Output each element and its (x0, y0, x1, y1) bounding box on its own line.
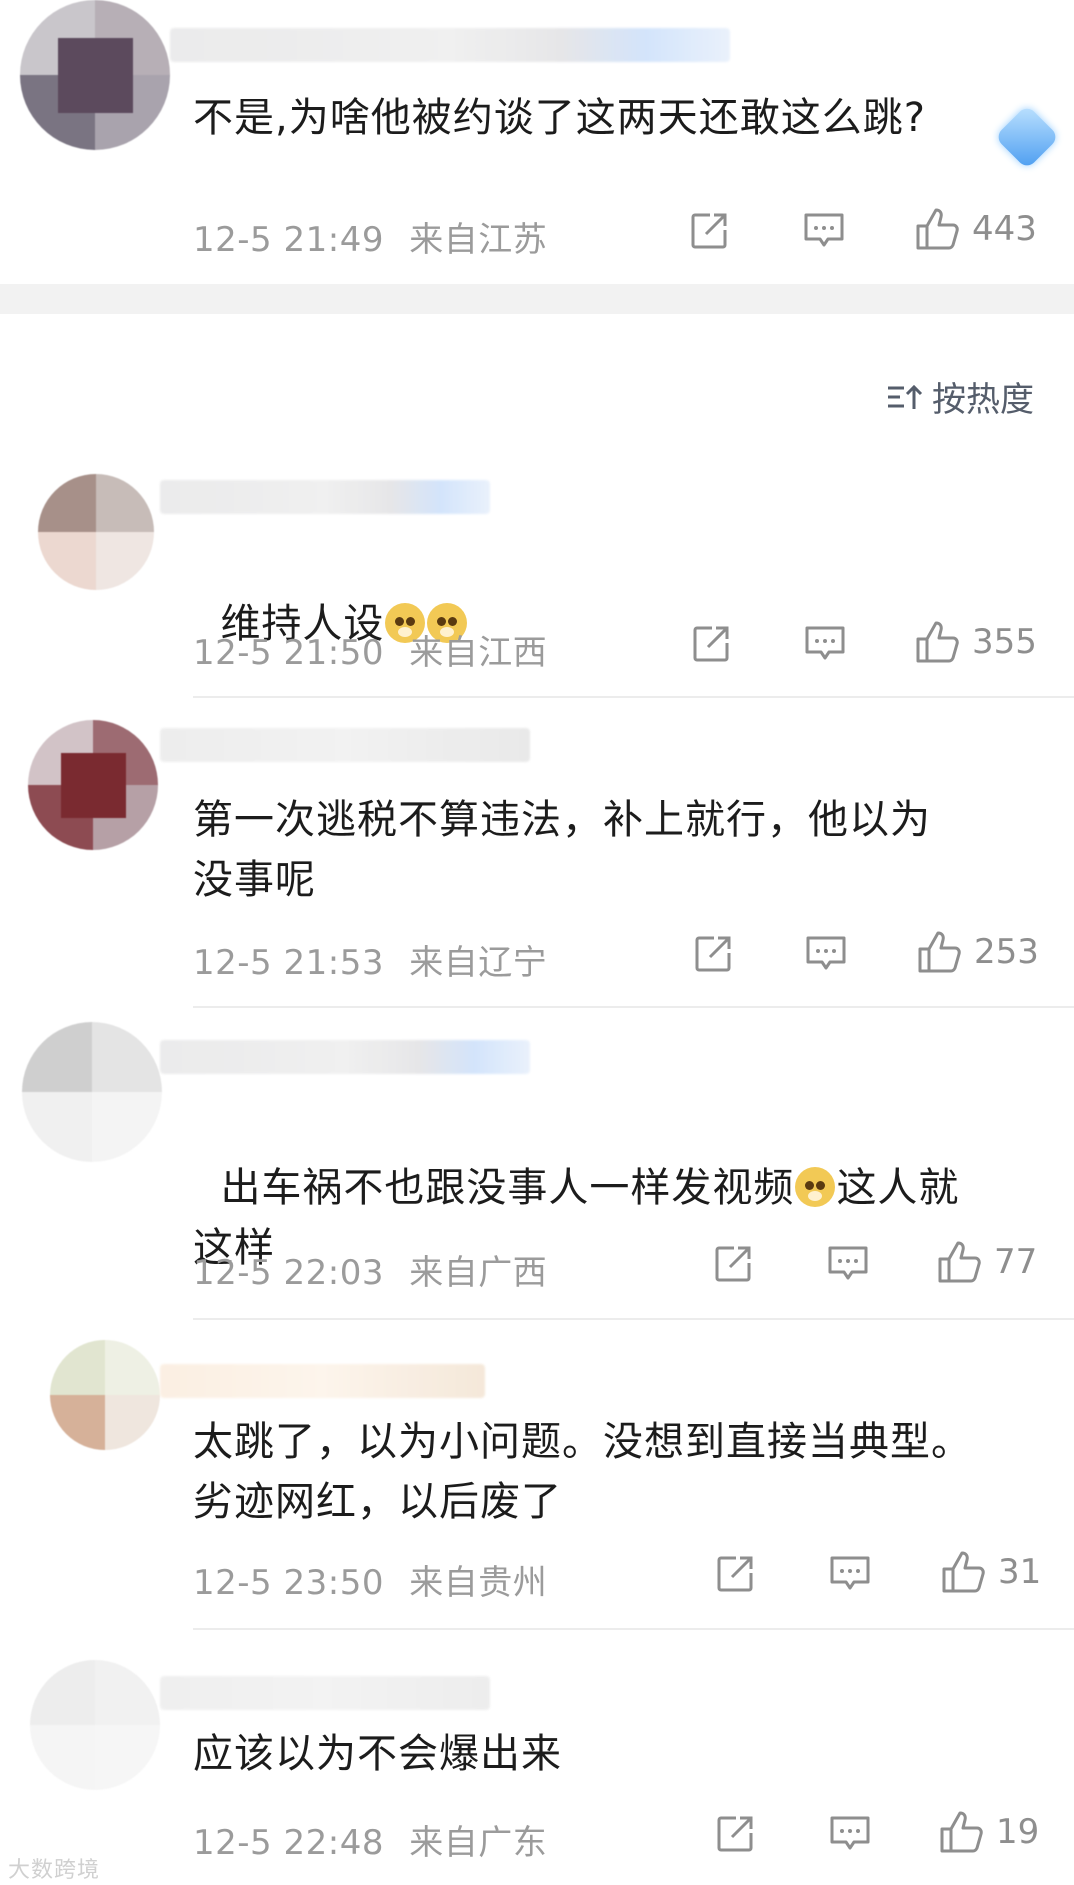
avatar[interactable] (38, 474, 154, 590)
like-count: 19 (996, 1812, 1040, 1852)
avatar[interactable] (20, 0, 170, 150)
comment-meta: 12-5 23:50 来自贵州 (193, 1555, 547, 1604)
share-icon (691, 213, 727, 249)
share-button[interactable] (714, 1553, 756, 1595)
thumbs-up-icon (940, 1811, 983, 1853)
comment-separator (193, 1628, 1074, 1630)
comment-text: 第一次逃税不算违法，补上就行，他以为 没事呢 (193, 797, 931, 903)
comment-separator (193, 696, 1074, 698)
like-button[interactable]: 77 (936, 1239, 1037, 1285)
like-count: 443 (972, 209, 1037, 249)
like-button[interactable]: 355 (914, 619, 1037, 665)
thumbs-up-icon (916, 621, 959, 663)
like-count: 77 (994, 1242, 1038, 1282)
comment-icon (828, 1246, 868, 1280)
like-count: 355 (972, 622, 1037, 662)
comment-location: 来自江西 (409, 633, 548, 673)
avatar[interactable] (30, 1660, 160, 1790)
comment-time: 12-5 21:49 (193, 220, 384, 260)
comment-text: 太跳了，以为小问题。没想到直接当典型。 劣迹网红，以后废了 (193, 1419, 972, 1525)
comment-location: 来自江苏 (409, 220, 548, 260)
comment-location: 来自辽宁 (409, 943, 548, 983)
avatar[interactable] (22, 1022, 162, 1162)
share-button[interactable] (690, 623, 732, 665)
comment-meta: 12-5 21:50 来自江西 (193, 625, 547, 674)
share-icon (717, 1556, 753, 1592)
share-button[interactable] (692, 933, 734, 975)
comment-text-content: 出车祸不也跟没事人一样发视频 (220, 1165, 795, 1211)
reply-button[interactable] (803, 623, 847, 665)
username-blurred[interactable] (160, 728, 530, 762)
username-blurred[interactable] (170, 28, 730, 62)
comment-meta: 12-5 22:03 来自广西 (193, 1245, 547, 1294)
comment-icon (830, 1556, 870, 1590)
like-button[interactable]: 253 (916, 929, 1039, 975)
sort-toggle[interactable]: 按热度 (886, 372, 1034, 421)
comment-text: 应该以为不会爆出来 (193, 1731, 562, 1777)
username-blurred[interactable] (160, 1040, 530, 1074)
thumbs-up-icon (942, 1551, 985, 1593)
share-icon (693, 626, 729, 662)
comment-meta: 12-5 22:48 来自广东 (193, 1815, 547, 1864)
like-count: 253 (974, 932, 1039, 972)
sort-icon (888, 384, 923, 409)
share-icon (695, 936, 731, 972)
comment-time: 12-5 21:50 (193, 633, 384, 673)
like-button[interactable]: 31 (940, 1549, 1041, 1595)
thumbs-up-icon (916, 208, 959, 250)
reply-button[interactable] (828, 1813, 872, 1855)
reply-button[interactable] (802, 210, 846, 252)
reply-button[interactable] (826, 1243, 870, 1285)
like-button[interactable]: 443 (914, 206, 1037, 252)
avatar[interactable] (50, 1340, 160, 1450)
thumbs-up-icon (938, 1241, 981, 1283)
comment-location: 来自广西 (409, 1253, 548, 1293)
like-button[interactable]: 19 (938, 1809, 1039, 1855)
comment-icon (804, 213, 844, 247)
comment-time: 12-5 23:50 (193, 1563, 384, 1603)
share-button[interactable] (712, 1243, 754, 1285)
reply-button[interactable] (828, 1553, 872, 1595)
reply-button[interactable] (804, 933, 848, 975)
like-count: 31 (998, 1552, 1042, 1592)
username-blurred[interactable] (160, 480, 490, 514)
comment-time: 12-5 22:03 (193, 1253, 384, 1293)
comment-separator (193, 1006, 1074, 1008)
comment-icon (806, 936, 846, 970)
comment-meta: 12-5 21:49 来自江苏 (193, 212, 547, 261)
sort-label: 按热度 (932, 380, 1034, 420)
thumbs-up-icon (918, 931, 961, 973)
comment-location: 来自广东 (409, 1823, 548, 1863)
share-icon (715, 1246, 751, 1282)
username-blurred[interactable] (160, 1676, 490, 1710)
share-button[interactable] (714, 1813, 756, 1855)
avatar[interactable] (28, 720, 158, 850)
comment-icon (830, 1816, 870, 1850)
username-blurred[interactable] (160, 1364, 485, 1398)
comment-icon (805, 626, 845, 660)
doge-emoji-icon (795, 1167, 836, 1207)
comment-separator (193, 1318, 1074, 1320)
share-button[interactable] (688, 210, 730, 252)
watermark: 大数跨境 (8, 1858, 101, 1883)
section-divider (0, 284, 1074, 314)
comment-text: 不是,为啥他被约谈了这两天还敢这么跳? (193, 95, 926, 141)
comment-time: 12-5 22:48 (193, 1823, 384, 1863)
comment-meta: 12-5 21:53 来自辽宁 (193, 935, 547, 984)
comment-location: 来自贵州 (409, 1563, 548, 1603)
comment-time: 12-5 21:53 (193, 943, 384, 983)
share-icon (717, 1816, 753, 1852)
